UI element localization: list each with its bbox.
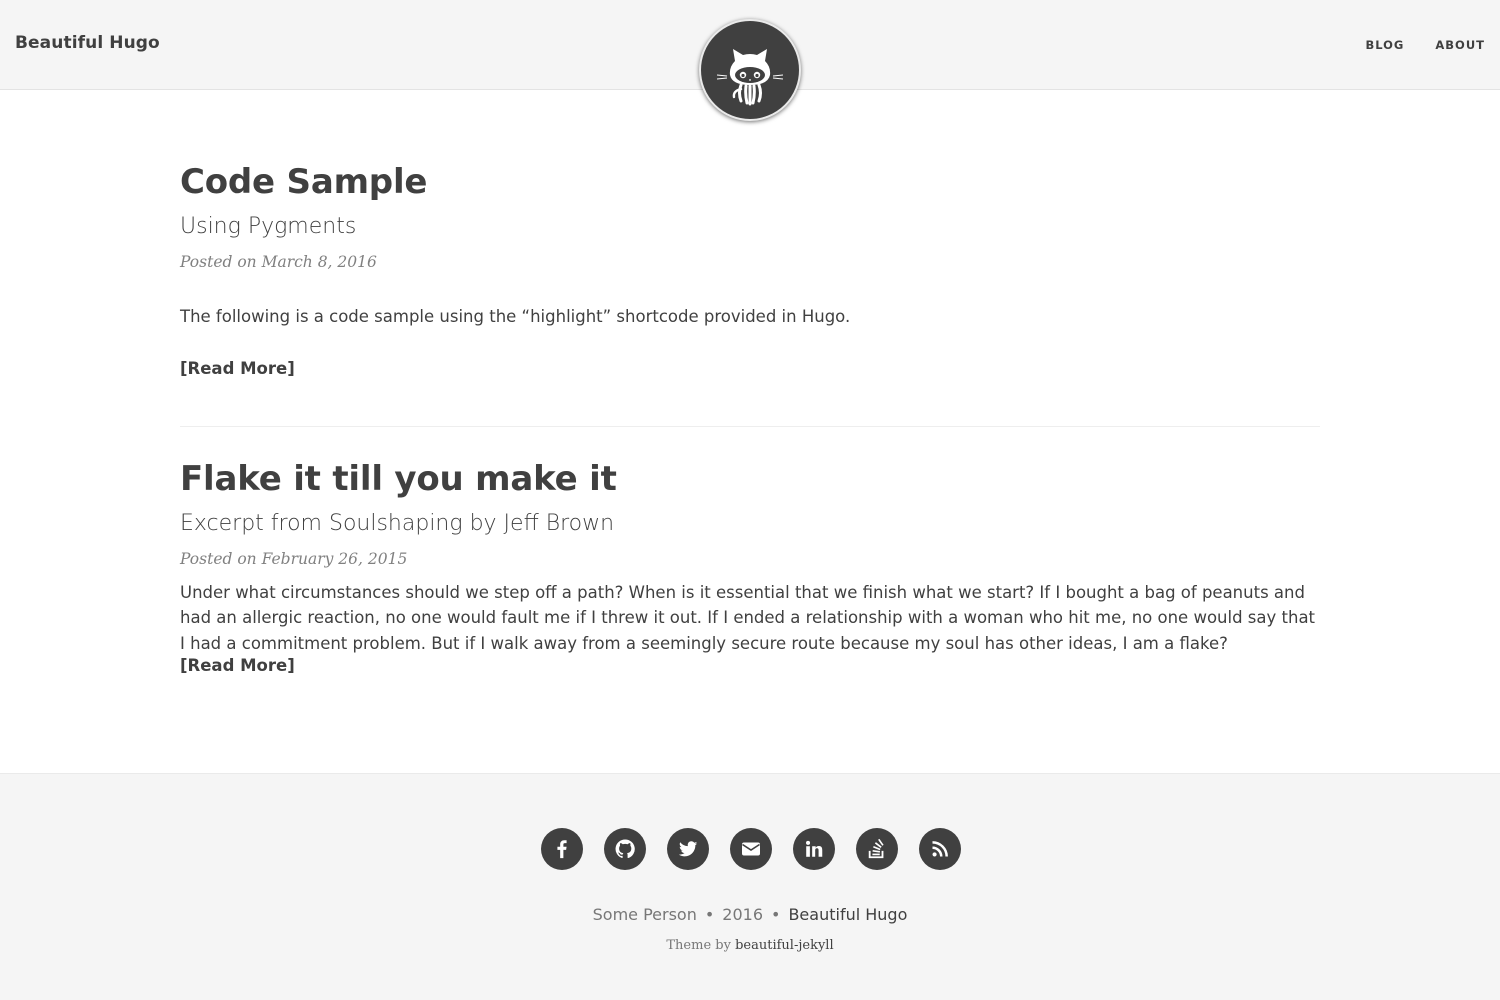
site-footer: Some Person • 2016 • Beautiful Hugo Theme by… — [0, 773, 1500, 1000]
facebook-link[interactable] — [541, 828, 583, 870]
stackoverflow-link[interactable] — [856, 828, 898, 870]
post-title[interactable]: Flake it till you make it — [180, 460, 1320, 498]
github-link[interactable] — [604, 828, 646, 870]
facebook-icon — [557, 840, 567, 859]
post-preview: Code Sample Using Pygments Posted on Mar… — [180, 163, 1320, 378]
post-title[interactable]: Code Sample — [180, 163, 1320, 201]
github-icon — [615, 839, 635, 859]
copyright-line: Some Person • 2016 • Beautiful Hugo — [0, 905, 1500, 924]
social-links — [541, 828, 961, 870]
theme-credit-prefix: Theme by — [666, 938, 731, 953]
footer-separator: • — [771, 905, 781, 924]
read-more-link[interactable]: [Read More] — [180, 359, 295, 378]
stackoverflow-icon — [868, 838, 884, 859]
post-divider — [180, 426, 1320, 427]
rss-icon — [932, 841, 948, 857]
post-meta: Posted on March 8, 2016 — [180, 252, 377, 271]
email-icon — [742, 842, 760, 856]
post-subtitle[interactable]: Using Pygments — [180, 214, 1320, 240]
site-brand-link[interactable]: Beautiful Hugo — [15, 33, 160, 53]
twitter-icon — [678, 841, 698, 857]
post-excerpt: The following is a code sample using the… — [180, 306, 851, 326]
theme-link[interactable]: beautiful-jekyll — [735, 938, 834, 953]
octocat-icon — [716, 49, 784, 106]
read-more-link[interactable]: [Read More] — [180, 656, 295, 675]
post-meta: Posted on February 26, 2015 — [180, 549, 408, 568]
theme-credit: Theme by beautiful-jekyll — [0, 938, 1500, 953]
email-link[interactable] — [730, 828, 772, 870]
footer-author: Some Person — [592, 905, 697, 924]
twitter-link[interactable] — [667, 828, 709, 870]
nav-link-blog[interactable]: BLOG — [1365, 38, 1404, 52]
avatar-octocat-icon[interactable] — [699, 19, 801, 121]
post-preview: Flake it till you make it Excerpt from S… — [180, 460, 1320, 675]
footer-separator: • — [704, 905, 715, 924]
footer-year: 2016 — [722, 905, 764, 924]
footer-site-link[interactable]: Beautiful Hugo — [788, 905, 907, 924]
nav-link-about[interactable]: ABOUT — [1435, 38, 1485, 52]
linkedin-link[interactable] — [793, 828, 835, 870]
post-excerpt: Under what circumstances should we step … — [180, 582, 1316, 653]
nav-links: BLOG ABOUT — [1365, 38, 1485, 52]
post-subtitle[interactable]: Excerpt from Soulshaping by Jeff Brown — [180, 511, 1320, 537]
linkedin-icon — [806, 840, 823, 857]
rss-link[interactable] — [919, 828, 961, 870]
